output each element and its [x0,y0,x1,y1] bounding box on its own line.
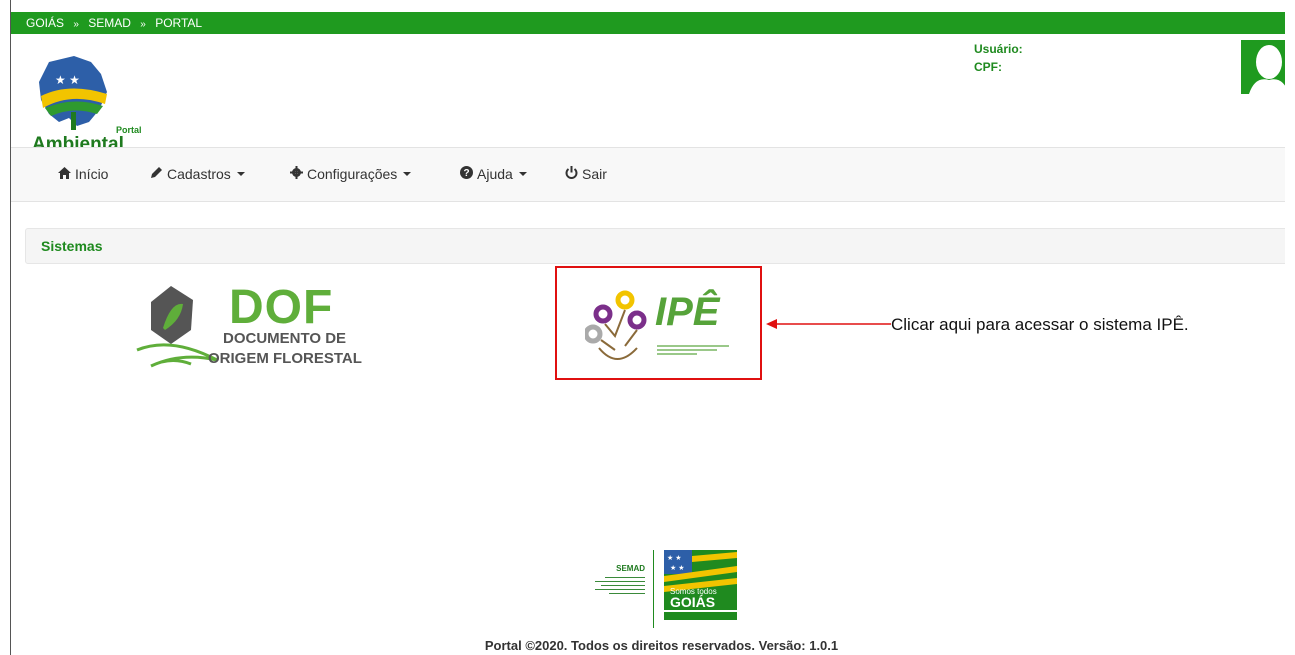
main-navbar: Início Cadastros Configurações ? Ajuda S… [11,147,1295,202]
breadcrumb-goias[interactable]: GOIÁS [26,12,64,34]
footer-divider [653,550,654,628]
ipe-system-link[interactable]: IPÊ [555,266,762,380]
footer-copyright: Portal ©2020. Todos os direitos reservad… [484,638,839,653]
goias-flag-word: GOIÁS [670,594,716,610]
ipe-title: IPÊ [655,290,720,334]
ipe-callout-text: Clicar aqui para acessar o sistema IPÊ. [891,315,1189,334]
nav-sair-label: Sair [582,166,607,182]
dof-line2: ORIGEM FLORESTAL [208,350,362,367]
user-info: Usuário: CPF: [974,40,1023,76]
semad-subtitle-decoration [581,574,645,597]
svg-text:★ ★: ★ ★ [55,73,80,87]
nav-inicio[interactable]: Início [57,166,108,182]
nav-ajuda-label: Ajuda [477,166,513,182]
ipe-flower-logo [585,290,647,360]
breadcrumb-separator: » [73,19,79,30]
footer-logos: SEMAD ★ ★ ★ ★ Somos todos GOIÁS [581,548,741,630]
breadcrumb-semad[interactable]: SEMAD [88,12,131,34]
svg-text:★ ★: ★ ★ [670,564,685,572]
ipe-subtitle-decoration [657,345,737,355]
browser-frame: GOIÁS » SEMAD » PORTAL ★ ★ Portal Ambien… [10,0,1295,655]
sistemas-panel-heading: Sistemas [25,228,1295,264]
goias-map-icon: ★ ★ [39,56,107,130]
dof-system-link[interactable]: DOF DOCUMENTO DE ORIGEM FLORESTAL [131,280,401,375]
portal-ambiental-logo[interactable]: ★ ★ Portal Ambiental [29,52,142,155]
power-icon [564,166,578,182]
dof-title: DOF [229,281,334,334]
nav-configuracoes[interactable]: Configurações [289,166,412,182]
cpf-label: CPF: [974,60,1002,74]
gear-icon [289,166,303,182]
nav-inicio-label: Início [75,166,109,182]
svg-text:?: ? [463,168,469,179]
chevron-down-icon [403,172,412,176]
nav-configuracoes-label: Configurações [307,166,398,182]
callout-arrow [766,319,891,329]
breadcrumb-separator: » [140,19,146,30]
breadcrumb: GOIÁS » SEMAD » PORTAL [11,12,1295,34]
breadcrumb-portal[interactable]: PORTAL [155,12,202,34]
goias-flag-logo: ★ ★ ★ ★ Somos todos GOIÁS [664,550,737,622]
nav-cadastros[interactable]: Cadastros [149,166,245,182]
nav-ajuda[interactable]: ? Ajuda [459,166,527,182]
scrollbar[interactable] [1285,0,1295,655]
home-icon [57,166,71,182]
dof-line1: DOCUMENTO DE [223,330,347,347]
nav-cadastros-label: Cadastros [167,166,231,182]
header: ★ ★ Portal Ambiental Usuário: CPF: [11,34,1295,155]
usuario-label: Usuário: [974,42,1023,56]
pencil-icon [149,166,163,182]
chevron-down-icon [236,172,245,176]
nav-sair[interactable]: Sair [564,166,607,182]
question-circle-icon: ? [459,166,473,182]
chevron-down-icon [518,172,527,176]
semad-logo-text: SEMAD [616,564,645,573]
svg-text:★ ★: ★ ★ [667,554,682,562]
